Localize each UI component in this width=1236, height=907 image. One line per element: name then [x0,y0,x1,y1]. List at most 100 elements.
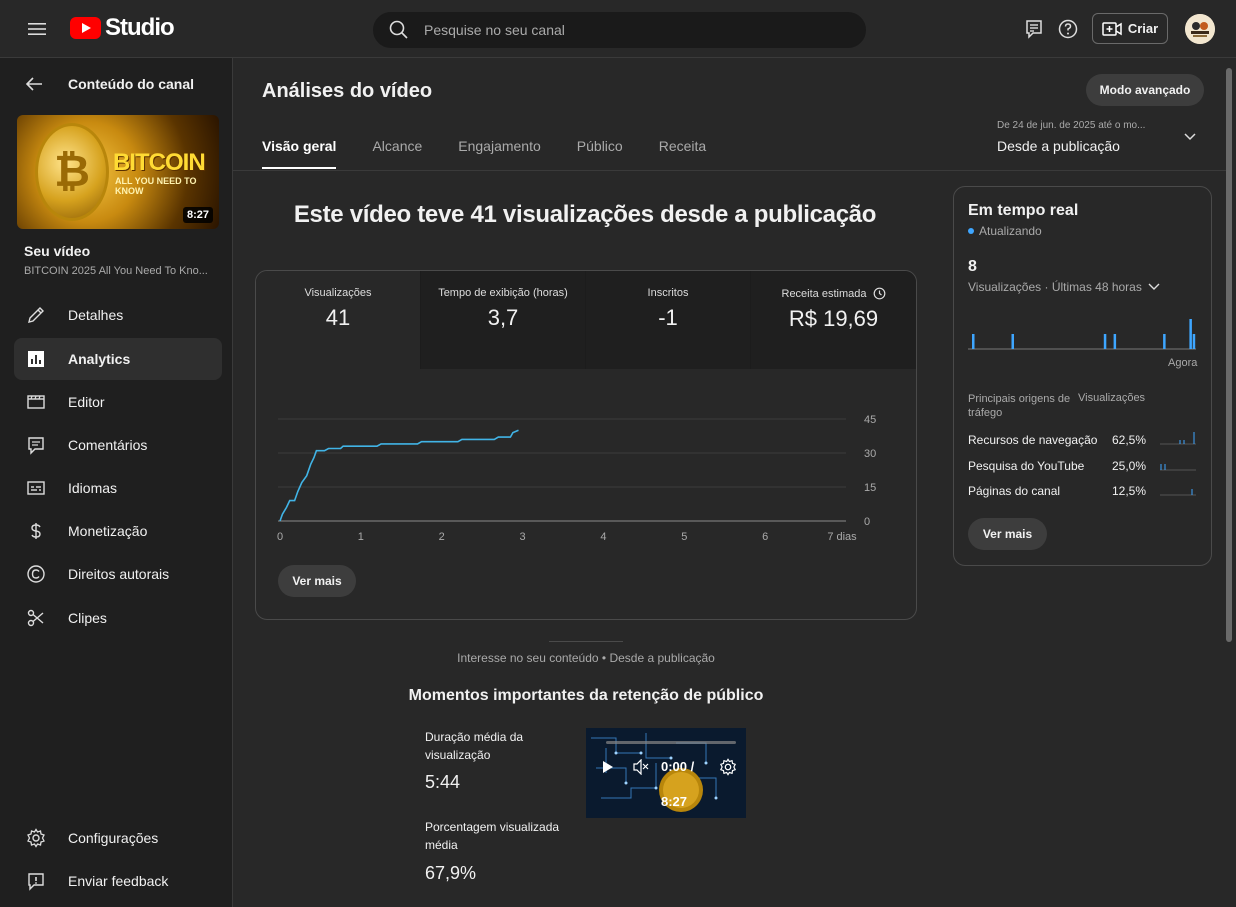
y-tick-label: 45 [864,414,876,426]
retention-title: Momentos importantes da retenção de públ… [408,687,764,704]
realtime-bar [1163,334,1166,349]
metric-subscribers[interactable]: Inscritos -1 [586,271,751,369]
summary-headline: Este vídeo teve 41 visualizações desde a… [293,201,877,228]
realtime-see-more-button[interactable]: Ver mais [968,518,1047,550]
copyright-icon [27,565,45,583]
avg-percent-value: 67,9% [425,863,477,883]
realtime-period-label: Visualizações · Últimas 48 horas [968,280,1142,294]
sidebar-item-label: Editor [68,394,105,410]
metric-views[interactable]: Visualizações 41 [256,271,421,369]
realtime-status: Atualizando [968,224,1042,238]
player-time: 0:00 / [661,759,695,774]
views-series-line [279,429,519,522]
date-range-detail: De 24 de jun. de 2025 até o mo... [997,120,1146,131]
comment-icon [28,437,44,455]
x-tick-label: 4 [600,531,606,543]
dollar-icon [31,523,41,539]
sidebar-item-editor[interactable]: Editor [14,381,222,423]
tab-reach[interactable]: Alcance [372,138,422,169]
tabs-divider [233,170,1226,171]
traffic-source-name: Pesquisa do YouTube [968,459,1085,473]
youtube-studio-logo[interactable]: Studio [70,14,175,42]
tab-engagement[interactable]: Engajamento [458,138,541,169]
metric-label: Receita estimada [781,287,867,300]
metric-watch-time[interactable]: Tempo de exibição (horas) 3,7 [421,271,586,369]
top-bar: Studio Criar [0,0,1236,58]
x-tick-label: 1 [358,531,364,543]
subtitles-icon [27,481,45,495]
metric-value: 3,7 [487,305,519,330]
video-duration: 8:27 [182,207,213,223]
metric-label: Tempo de exibição (horas) [438,287,568,299]
realtime-panel: Em tempo real Atualizando 8 Visualizaçõe… [953,186,1212,566]
chevron-down-icon [1184,133,1196,141]
page-title: Análises do vídeo [262,80,433,102]
your-video-label: Seu vídeo [24,243,91,259]
thumbnail-subtitle: ALL YOU NEED TO KNOW [115,176,197,196]
overview-card: Visualizações 41 Tempo de exibição (hora… [255,270,917,620]
tab-revenue[interactable]: Receita [659,138,706,169]
sidebar-item-label: Configurações [68,830,159,846]
sidebar-item-details[interactable]: Detalhes [14,294,222,336]
tab-audience[interactable]: Público [577,138,623,169]
traffic-source-header: Principais origens de tráfego [968,393,1071,419]
x-tick-label: 3 [520,531,526,543]
realtime-period-selector[interactable]: Visualizações · Últimas 48 horas [968,280,1160,294]
avatar[interactable] [1185,14,1215,44]
video-player-preview[interactable]: 0:00 / 8:27 [586,728,746,818]
analytics-tabs: Visão geral Alcance Engajamento Público … [262,138,706,169]
menu-icon[interactable] [22,15,52,43]
see-more-button[interactable]: Ver mais [278,565,356,597]
play-icon[interactable] [602,760,614,774]
advanced-mode-button[interactable]: Modo avançado [1086,74,1204,106]
help-icon[interactable] [1056,17,1080,41]
traffic-sparkline [1160,489,1196,496]
sidebar-item-copyright[interactable]: Direitos autorais [14,553,222,595]
report-icon[interactable] [1022,17,1046,41]
sidebar-item-label: Enviar feedback [68,873,169,889]
arrow-back-icon [25,77,42,91]
traffic-sparkline [1160,432,1196,445]
sidebar-item-languages[interactable]: Idiomas [14,467,222,509]
sidebar-item-feedback[interactable]: Enviar feedback [14,860,222,902]
gear-icon[interactable] [719,758,737,776]
search-bar[interactable] [373,12,866,48]
pencil-icon [28,307,44,323]
realtime-bar [972,334,975,349]
feedback-icon [28,873,44,891]
video-thumbnail[interactable]: ₿ BITCOIN ALL YOU NEED TO KNOW 8:27 [17,115,219,229]
traffic-source-percent: 12,5% [1111,484,1146,498]
create-button[interactable]: Criar [1092,13,1168,44]
volume-icon[interactable] [632,759,650,775]
create-label: Criar [1127,21,1159,36]
sidebar-item-monetization[interactable]: Monetização [14,510,222,552]
metric-label: Inscritos [647,287,689,299]
tab-overview[interactable]: Visão geral [262,138,337,169]
video-title: BITCOIN 2025 All You Need To Kno... [24,265,208,277]
metric-label: Visualizações [304,287,372,299]
x-tick-label: 7 dias [827,531,857,543]
realtime-now-label: Agora [1168,357,1198,369]
sidebar-item-label: Analytics [68,351,131,367]
sidebar-item-label: Detalhes [68,307,124,323]
sidebar-item-settings[interactable]: Configurações [14,817,222,859]
sidebar-item-label: Monetização [68,523,148,539]
metric-revenue[interactable]: Receita estimada R$ 19,69 [751,271,916,369]
sidebar-item-analytics[interactable]: Analytics [14,338,222,380]
clapper-icon [27,395,45,409]
sidebar-item-clips[interactable]: Clipes [14,597,222,639]
create-video-icon [1102,21,1122,36]
x-tick-label: 0 [277,531,283,543]
sidebar-item-label: Direitos autorais [68,566,170,582]
sidebar-item-comments[interactable]: Comentários [14,424,222,466]
realtime-title: Em tempo real [968,202,1079,219]
scrollbar[interactable] [1226,68,1232,642]
analytics-icon [28,351,44,367]
back-to-channel-content[interactable]: Conteúdo do canal [24,74,194,94]
date-range-selector[interactable]: De 24 de jun. de 2025 até o mo... Desde … [997,120,1207,154]
sidebar-item-label: Clipes [68,610,107,626]
avg-percent-label: Porcentagem visualizada média [425,820,560,852]
views-header: Visualizações [1078,392,1146,404]
scissors-icon [27,609,44,627]
search-input[interactable] [424,22,824,38]
